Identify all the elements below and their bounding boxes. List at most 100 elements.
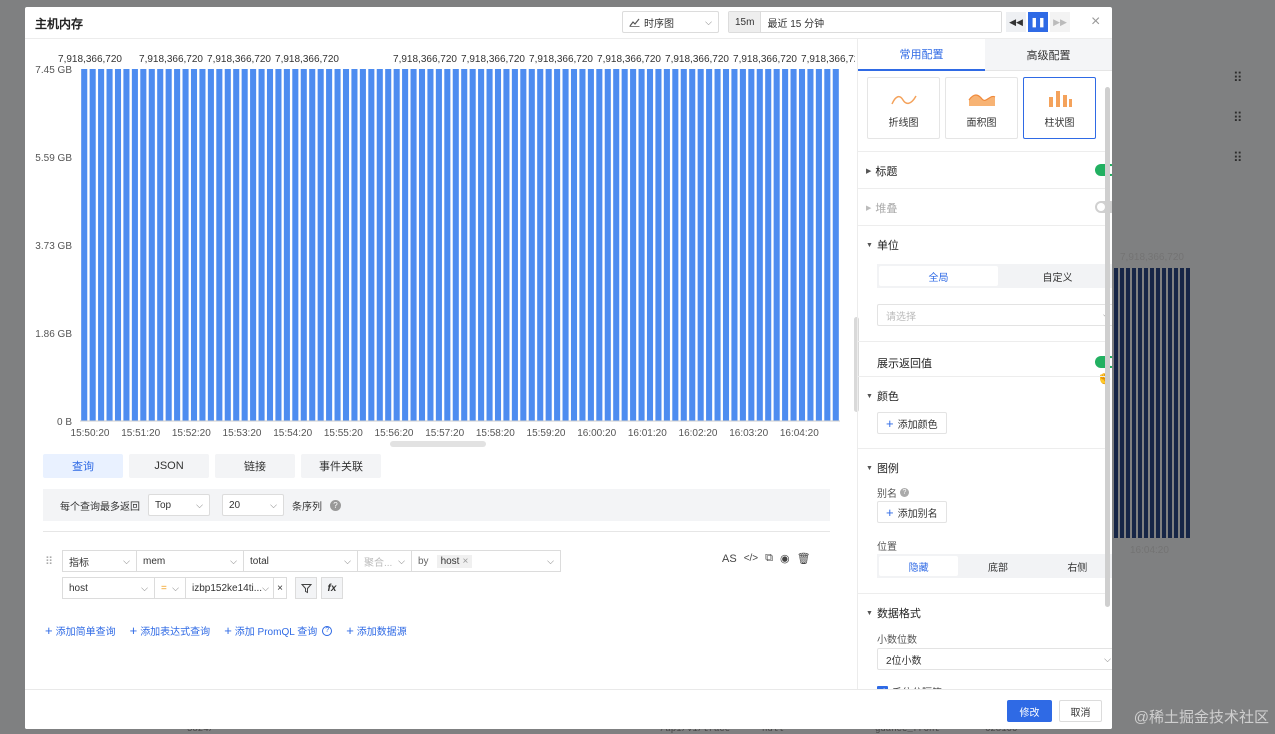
close-icon[interactable]: × xyxy=(462,556,468,567)
tab-advanced-config[interactable]: 高级配置 xyxy=(985,39,1112,71)
legend-hide-option[interactable]: 隐藏 xyxy=(879,556,959,576)
alias-as-button[interactable]: AS xyxy=(722,553,737,565)
add-promql-query-link[interactable]: + 添加 PromQL 查询? xyxy=(224,623,333,638)
time-short-label: 15m xyxy=(729,12,762,32)
filter-icon[interactable] xyxy=(295,577,317,599)
limit-mode-select[interactable]: Top ⌵ xyxy=(148,494,210,516)
section-label: 数据格式 xyxy=(876,608,921,620)
limit-count-select[interactable]: 20 ⌵ xyxy=(222,494,284,516)
code-icon[interactable]: </> xyxy=(744,553,758,564)
legend-bottom-option[interactable]: 底部 xyxy=(958,556,1037,576)
chart-type-area[interactable]: 面积图 xyxy=(945,77,1018,139)
x-tick-label: 15:54:20 xyxy=(273,428,312,439)
query-limit-bar: 每个查询最多返回 Top ⌵ 20 ⌵ 条序列 ? xyxy=(43,489,830,521)
bar xyxy=(528,69,535,421)
question-circle-icon[interactable]: ? xyxy=(900,488,909,497)
filter-clear-button[interactable]: × xyxy=(273,577,287,599)
tab-common-config[interactable]: 常用配置 xyxy=(858,39,985,71)
divider xyxy=(858,448,1105,449)
source-select[interactable]: 指标 ⌵ xyxy=(62,550,137,572)
bar xyxy=(123,69,130,421)
query-row-main: 指标 ⌵ mem ⌵ total ⌵ 聚合... ⌵ by host × ⌵ xyxy=(62,550,561,572)
pause-icon[interactable]: ❚❚ xyxy=(1028,12,1048,32)
add-datasource-link[interactable]: + 添加数据源 xyxy=(346,623,407,638)
tab-query[interactable]: 查询 xyxy=(43,454,123,478)
caret-down-icon: ▼ xyxy=(866,464,873,472)
measurement-select[interactable]: mem ⌵ xyxy=(136,550,244,572)
section-color[interactable]: ▼ 颜色 xyxy=(866,388,899,404)
bar xyxy=(157,69,164,421)
section-legend[interactable]: ▼ 图例 xyxy=(866,460,899,476)
unit-global-option[interactable]: 全局 xyxy=(879,266,998,286)
drag-handle-icon[interactable]: ⠿ xyxy=(45,555,53,568)
bar xyxy=(89,69,96,421)
filter-op-select[interactable]: = ⌵ xyxy=(154,577,186,599)
decimals-select[interactable]: 2位小数 ⌵ xyxy=(877,648,1112,670)
divider xyxy=(858,376,1105,377)
trash-icon[interactable]: 🗑 xyxy=(797,552,811,565)
aggregate-select[interactable]: 聚合... ⌵ xyxy=(357,550,412,572)
filter-key-select[interactable]: host ⌵ xyxy=(62,577,155,599)
by-label: by xyxy=(418,555,429,567)
unit-placeholder: 请选择 xyxy=(886,311,916,323)
bar xyxy=(359,69,366,421)
tab-link[interactable]: 链接 xyxy=(215,454,295,478)
add-simple-query-link[interactable]: + 添加简单查询 xyxy=(45,623,116,638)
bar xyxy=(376,69,383,421)
forward-icon[interactable]: ▶▶ xyxy=(1050,12,1070,32)
show-value-label: 展示返回值 xyxy=(877,358,932,370)
add-alias-button[interactable]: + 添加别名 xyxy=(877,501,947,523)
chart-type-line[interactable]: 折线图 xyxy=(867,77,940,139)
add-expression-query-link[interactable]: + 添加表达式查询 xyxy=(130,623,211,638)
x-tick-label: 15:55:20 xyxy=(324,428,363,439)
caret-down-icon: ▼ xyxy=(866,392,873,400)
filter-value-select[interactable]: izbp152ke14ti... ⌵ xyxy=(185,577,274,599)
bar xyxy=(98,69,105,421)
add-color-button[interactable]: + 添加颜色 xyxy=(877,412,947,434)
data-label: 7,918,366,720 xyxy=(275,54,339,65)
rewind-icon[interactable]: ◀◀ xyxy=(1006,12,1026,32)
filter-key-value: host xyxy=(69,582,88,594)
field-select[interactable]: total ⌵ xyxy=(243,550,358,572)
section-data-format[interactable]: ▼ 数据格式 xyxy=(866,605,921,621)
chevron-down-icon: ⌵ xyxy=(705,16,712,27)
section-label: 图例 xyxy=(876,463,899,475)
line-chart-icon xyxy=(629,18,640,27)
query-row-filter: host ⌵ = ⌵ izbp152ke14ti... ⌵ × fx xyxy=(62,577,343,599)
eye-icon[interactable]: ◉ xyxy=(780,552,790,565)
unit-select[interactable]: 请选择⌵ xyxy=(877,304,1112,326)
legend-right-option[interactable]: 右侧 xyxy=(1038,556,1112,576)
config-scrollbar[interactable] xyxy=(1105,87,1110,607)
legend-position-toggle: 隐藏 底部 右侧 xyxy=(877,554,1112,578)
chart-type-bar[interactable]: 柱状图 xyxy=(1023,77,1096,139)
tab-json[interactable]: JSON xyxy=(129,454,209,478)
cancel-button[interactable]: 取消 xyxy=(1059,700,1102,722)
x-tick-label: 15:58:20 xyxy=(476,428,515,439)
bar xyxy=(309,69,316,421)
plus-icon: + xyxy=(129,623,138,638)
save-button[interactable]: 修改 xyxy=(1007,700,1052,722)
x-tick-label: 16:04:20 xyxy=(780,428,819,439)
resize-handle[interactable] xyxy=(390,441,486,447)
unit-custom-option[interactable]: 自定义 xyxy=(998,266,1112,286)
bar xyxy=(275,69,282,421)
question-circle-icon[interactable]: ? xyxy=(322,625,333,636)
section-title[interactable]: ▶ 标题 xyxy=(866,163,897,179)
question-circle-icon[interactable]: ? xyxy=(330,499,341,511)
time-range-picker[interactable]: 15m 最近 15 分钟 xyxy=(728,11,1002,33)
bar xyxy=(680,69,687,421)
section-stack[interactable]: ▶ 堆叠 xyxy=(866,200,897,216)
chart-type-select[interactable]: 时序图 ⌵ xyxy=(622,11,719,33)
section-unit[interactable]: ▼ 单位 xyxy=(866,237,899,253)
area-chart-icon xyxy=(968,94,995,106)
decimals-value: 2位小数 xyxy=(886,655,922,667)
tab-event[interactable]: 事件关联 xyxy=(301,454,381,478)
copy-icon[interactable]: ⧉ xyxy=(765,552,773,565)
group-by-select[interactable]: by host × ⌵ xyxy=(411,550,561,572)
bar xyxy=(207,69,214,421)
bar-chart-svg: 7.45 GB 5.59 GB 3.73 GB 1.86 GB 0 B15:50:20 1… xyxy=(35,54,855,439)
bar xyxy=(165,69,172,421)
function-button[interactable]: fx xyxy=(321,577,343,599)
position-label: 位置 xyxy=(877,542,897,553)
close-icon[interactable]: × xyxy=(1091,13,1100,31)
